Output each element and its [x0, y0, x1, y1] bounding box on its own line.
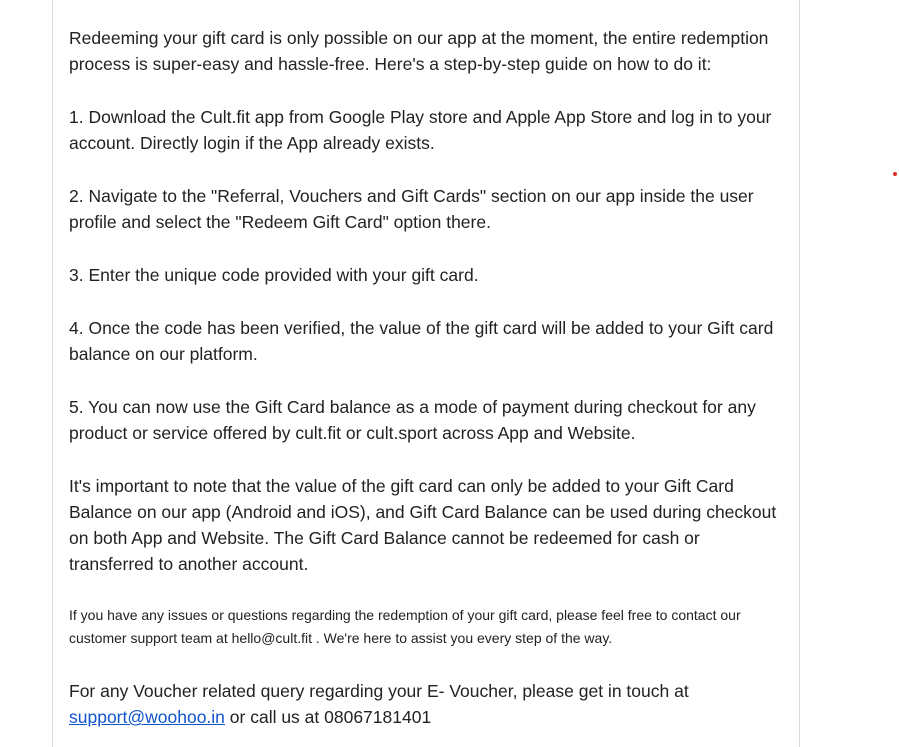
- email-body-card: Redeeming your gift card is only possibl…: [52, 0, 800, 747]
- support-note-paragraph: If you have any issues or questions rega…: [69, 607, 741, 646]
- important-note-paragraph: It's important to note that the value of…: [69, 476, 777, 574]
- voucher-query-paragraph: For any Voucher related query regarding …: [69, 678, 787, 730]
- step-1-paragraph: 1. Download the Cult.fit app from Google…: [69, 107, 772, 153]
- email-content: Redeeming your gift card is only possibl…: [69, 25, 787, 730]
- step-4-paragraph: 4. Once the code has been verified, the …: [69, 318, 774, 364]
- voucher-query-prefix: For any Voucher related query regarding …: [69, 681, 689, 701]
- step-3-paragraph: 3. Enter the unique code provided with y…: [69, 265, 479, 285]
- support-email-link[interactable]: support@woohoo.in: [69, 707, 225, 727]
- step-5-paragraph: 5. You can now use the Gift Card balance…: [69, 397, 756, 443]
- intro-paragraph: Redeeming your gift card is only possibl…: [69, 28, 769, 74]
- step-2-paragraph: 2. Navigate to the "Referral, Vouchers a…: [69, 186, 754, 232]
- indicator-dot: [893, 172, 897, 176]
- voucher-query-suffix: or call us at 08067181401: [224, 707, 432, 727]
